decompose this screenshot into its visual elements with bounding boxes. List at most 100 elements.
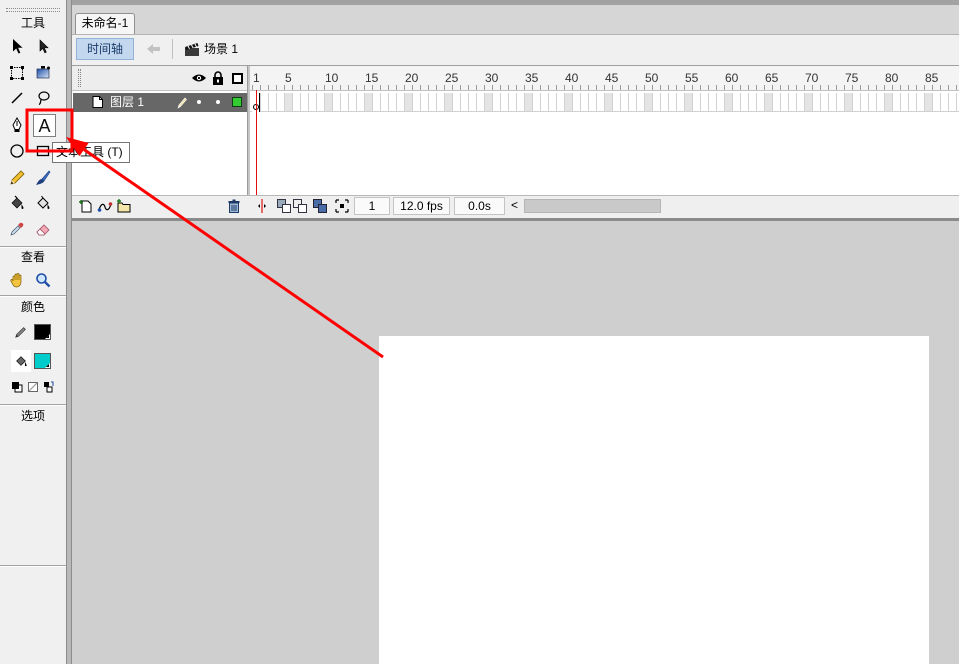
show-hide-all-eye-icon[interactable] [191,72,207,84]
frame-ruler-label: 85 [925,71,939,85]
frame-ruler-label: 65 [765,71,779,85]
frame-ruler-label: 80 [885,71,899,85]
scroll-left-arrow[interactable]: < [511,198,518,213]
paint-bucket-icon [37,195,50,209]
selection-tool[interactable] [6,35,28,57]
gradient-transform-icon [36,66,50,79]
eraser-tool[interactable] [32,218,54,240]
line-icon [11,92,23,104]
add-motion-guide-icon[interactable] [97,198,113,214]
eyedropper-tool[interactable] [6,218,28,240]
layer-frames-row[interactable] [250,93,959,112]
lock-all-icon[interactable] [212,71,224,85]
frame-ruler-label: 30 [485,71,499,85]
document-tab-bar [72,0,959,34]
edit-multiple-frames-icon[interactable] [312,198,328,214]
layer-name[interactable]: 图层 1 [110,95,144,110]
rectangle-tool[interactable] [32,140,54,162]
frame-ruler-ticks [250,85,959,90]
text-tool[interactable]: A [33,114,56,137]
fill-color-swatch[interactable] [34,353,51,369]
layer-outline-color-square[interactable] [232,97,242,107]
delete-layer-trash-icon[interactable] [226,198,242,214]
timeline-grip[interactable] [78,69,81,87]
text-tool-icon: A [38,115,51,136]
stroke-color-swatch[interactable] [34,324,51,340]
free-transform-tool[interactable] [6,62,28,84]
oval-tool[interactable] [6,140,28,162]
layer-visibility-dot[interactable] [197,100,201,104]
layer-page-icon [91,95,104,109]
elapsed-time-field: 0.0s [454,197,505,215]
frame-rate-field[interactable]: 12.0 fps [393,197,450,215]
section-divider [0,246,66,248]
section-divider [0,404,66,406]
layer-lock-dot[interactable] [216,100,220,104]
hand-tool[interactable] [6,269,28,291]
free-transform-icon [10,66,24,80]
back-arrow-icon[interactable] [146,42,162,56]
lasso-icon [38,91,50,106]
fill-bucket-icon [16,356,27,367]
frame-ruler-label: 40 [565,71,579,85]
scene-label[interactable]: 场景 1 [204,42,238,56]
pen-tool[interactable] [6,114,28,136]
insert-layer-folder-icon[interactable] [116,198,132,214]
outline-all-icon[interactable] [232,73,243,84]
document-tab[interactable]: 未命名-1 [75,13,135,34]
swap-colors-icon[interactable] [43,381,55,393]
eraser-icon [36,224,50,236]
frame-ruler[interactable]: 1 5 10 15 20 25 30 35 40 45 50 55 60 65 … [250,66,959,156]
frame-ruler-label: 5 [285,71,292,85]
oval-icon [10,144,24,158]
pen-icon [12,117,22,132]
view-section-title: 查看 [20,250,45,264]
tools-panel-grip[interactable] [6,8,60,12]
onion-skin-icon[interactable] [276,198,292,214]
brush-tool[interactable] [32,167,54,189]
tools-section-title: 工具 [20,16,45,30]
timeline-horizontal-scrollbar[interactable] [524,199,661,213]
timeline-toggle-button[interactable]: 时间轴 [76,38,134,60]
magnifier-icon [36,273,51,288]
stage-canvas[interactable] [379,336,929,664]
layer-edit-pencil-icon [176,96,188,109]
paint-bucket-tool[interactable] [32,192,54,214]
frame-ruler-label: 55 [685,71,699,85]
section-divider [0,295,66,297]
frame-ruler-label: 20 [405,71,419,85]
subselect-arrow-icon [39,39,49,54]
frame-ruler-label: 70 [805,71,819,85]
frame-ruler-label: 35 [525,71,539,85]
section-divider [0,565,66,567]
zoom-tool[interactable] [32,269,54,291]
default-colors-icon[interactable] [11,381,23,393]
fill-color-icon-box [11,350,31,372]
scene-clapperboard-icon [184,41,200,57]
onion-skin-outlines-icon[interactable] [292,198,308,214]
pencil-tool[interactable] [6,167,28,189]
rectangle-icon [36,145,50,157]
no-color-icon[interactable] [27,381,39,393]
ink-bottle-tool[interactable] [6,192,28,214]
subselection-tool[interactable] [32,35,54,57]
insert-layer-icon[interactable] [78,198,94,214]
pencil-icon [10,170,25,185]
stroke-color-pencil-icon [14,325,28,339]
fill-transform-tool[interactable] [32,62,54,84]
playhead-line [256,90,257,195]
toolbar-separator [172,39,173,59]
brush-icon [36,170,51,185]
options-section-title: 选项 [20,409,45,423]
ink-bottle-icon [11,195,24,209]
tools-panel: 工具 A 查看 颜色 选项 [0,0,66,664]
modify-onion-markers-icon[interactable] [334,198,350,214]
eyedropper-icon [10,222,24,236]
frame-ruler-label: 15 [365,71,379,85]
hand-icon [10,273,22,288]
center-frame-icon[interactable] [254,198,270,214]
current-frame-field[interactable]: 1 [354,197,390,215]
frame-ruler-label: 45 [605,71,619,85]
lasso-tool[interactable] [32,87,54,109]
line-tool[interactable] [6,87,28,109]
